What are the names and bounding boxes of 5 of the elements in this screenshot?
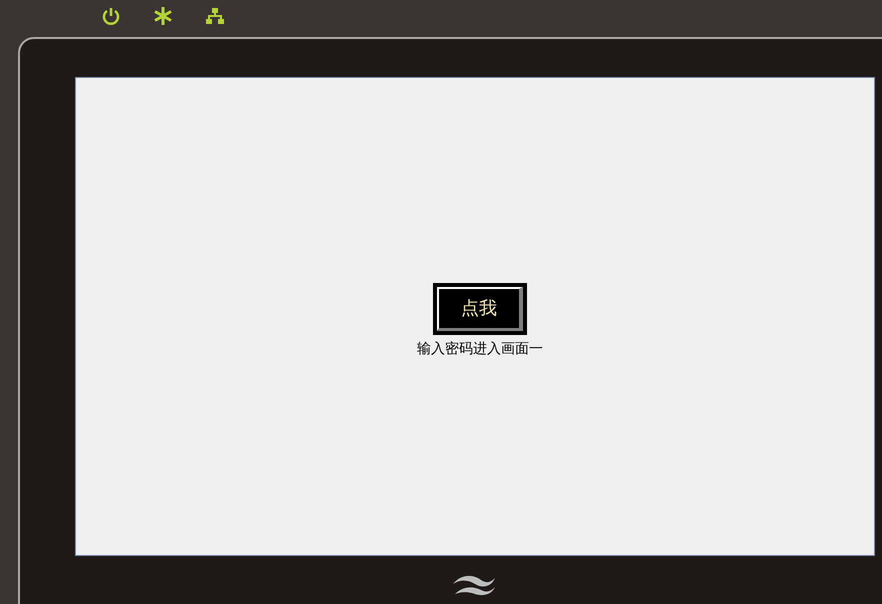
asterisk-icon [153,6,173,26]
caption-text: 输入密码进入画面一 [417,340,543,358]
wave-logo-icon [451,574,497,596]
network-icon [205,6,225,26]
power-icon [101,6,121,26]
